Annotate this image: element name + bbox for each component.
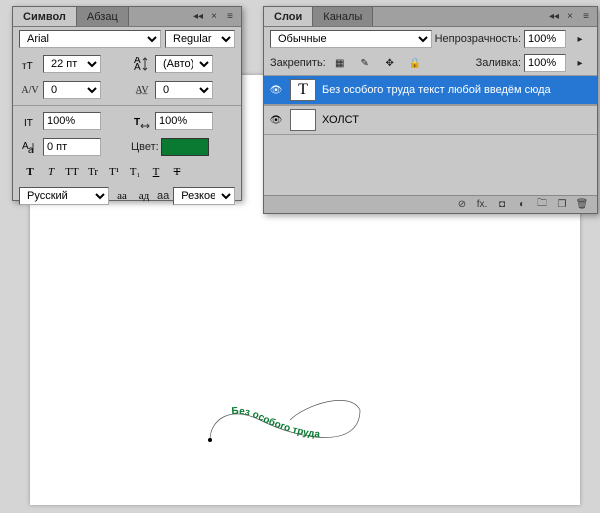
layers-panel-tabs: Слои Каналы ◂◂ × ≡ xyxy=(264,7,597,27)
svg-text:тТ: тТ xyxy=(22,61,33,71)
tracking-icon: A̲V̲ xyxy=(131,80,153,100)
baseline-shift-icon: Aa xyxy=(19,137,41,157)
layers-panel: Слои Каналы ◂◂ × ≡ Обычные Непрозрачност… xyxy=(263,6,598,214)
kerning-icon: A/V xyxy=(19,80,41,100)
layer-effects-icon[interactable]: fx. xyxy=(475,199,489,211)
lock-transparency-icon[interactable]: ▦ xyxy=(329,53,351,73)
lang-variant-2-button[interactable]: ад xyxy=(135,187,153,205)
tab-character[interactable]: Символ xyxy=(13,7,77,26)
layers-footer: ⊘ fx. ◘ ◐ 🗀 ❐ 🗑 xyxy=(264,195,597,213)
tab-paragraph[interactable]: Абзац xyxy=(77,7,129,26)
font-size-icon: тТ xyxy=(19,54,41,74)
layer-thumbnail[interactable]: T xyxy=(290,79,316,101)
subscript-button[interactable]: T₁ xyxy=(126,163,144,181)
lock-label: Закрепить: xyxy=(270,57,326,69)
fill-label: Заливка: xyxy=(476,57,521,69)
baseline-shift-field[interactable] xyxy=(43,138,101,156)
faux-bold-button[interactable]: T xyxy=(21,163,39,181)
all-caps-button[interactable]: TT xyxy=(63,163,81,181)
fill-flyout-icon[interactable]: ▸ xyxy=(569,53,591,73)
close-icon[interactable]: × xyxy=(207,11,221,23)
adjustment-layer-icon[interactable]: ◐ xyxy=(515,199,529,211)
antialias-select[interactable]: Резкое xyxy=(173,187,235,205)
language-select[interactable]: Русский xyxy=(19,187,109,205)
svg-text:A: A xyxy=(134,62,141,71)
svg-text:T: T xyxy=(134,117,140,128)
layer-name[interactable]: Без особого труда текст любой введём сюд… xyxy=(322,84,593,96)
text-on-path: Без особого труда xyxy=(205,395,370,455)
link-layers-icon[interactable]: ⊘ xyxy=(455,199,469,211)
leading-field[interactable]: (Авто) xyxy=(155,55,213,73)
font-family-select[interactable]: Arial xyxy=(19,30,161,48)
svg-text:Без особого труда: Без особого труда xyxy=(231,406,321,441)
visibility-toggle-icon[interactable]: 👁 xyxy=(268,82,284,98)
expand-icon[interactable]: ◂◂ xyxy=(191,11,205,23)
lock-pixels-icon[interactable]: ✎ xyxy=(354,53,376,73)
lang-variant-1-button[interactable]: аа xyxy=(113,187,131,205)
text-color-swatch[interactable] xyxy=(161,138,209,156)
font-style-select[interactable]: Regular xyxy=(165,30,235,48)
opacity-flyout-icon[interactable]: ▸ xyxy=(569,29,591,49)
group-layers-icon[interactable]: 🗀 xyxy=(535,199,549,211)
tab-channels[interactable]: Каналы xyxy=(313,7,373,26)
horizontal-scale-icon: T xyxy=(131,111,153,131)
layer-row[interactable]: 👁 ХОЛСТ xyxy=(264,105,597,135)
superscript-button[interactable]: T¹ xyxy=(105,163,123,181)
underline-button[interactable]: T xyxy=(147,163,165,181)
leading-icon: AA xyxy=(131,54,153,74)
visibility-toggle-icon[interactable]: 👁 xyxy=(268,112,284,128)
vertical-scale-field[interactable] xyxy=(43,112,101,130)
layer-thumbnail[interactable] xyxy=(290,109,316,131)
lock-all-icon[interactable]: 🔒 xyxy=(404,53,426,73)
panel-menu-icon[interactable]: ≡ xyxy=(579,11,593,23)
layers-list: 👁 T Без особого труда текст любой введём… xyxy=(264,75,597,135)
faux-italic-button[interactable]: T xyxy=(42,163,60,181)
fill-field[interactable] xyxy=(524,54,566,72)
blend-mode-select[interactable]: Обычные xyxy=(270,30,432,48)
tracking-field[interactable]: 0 xyxy=(155,81,213,99)
antialias-label: aa xyxy=(157,190,169,202)
layer-row[interactable]: 👁 T Без особого труда текст любой введём… xyxy=(264,75,597,105)
tab-layers[interactable]: Слои xyxy=(264,7,313,26)
svg-text:IT: IT xyxy=(24,118,33,128)
type-style-buttons: T T TT Tr T¹ T₁ T Ŧ xyxy=(13,160,241,184)
layer-name[interactable]: ХОЛСТ xyxy=(322,114,593,126)
close-icon[interactable]: × xyxy=(563,11,577,23)
strikethrough-button[interactable]: Ŧ xyxy=(168,163,186,181)
horizontal-scale-field[interactable] xyxy=(155,112,213,130)
kerning-field[interactable]: 0 xyxy=(43,81,101,99)
lock-position-icon[interactable]: ✥ xyxy=(379,53,401,73)
character-panel: Символ Абзац ◂◂ × ≡ Arial Regular тТ 22 … xyxy=(12,6,242,201)
font-size-field[interactable]: 22 пт xyxy=(43,55,101,73)
expand-icon[interactable]: ◂◂ xyxy=(547,11,561,23)
color-label: Цвет: xyxy=(131,141,159,153)
opacity-label: Непрозрачность: xyxy=(435,33,521,45)
opacity-field[interactable] xyxy=(524,30,566,48)
panel-menu-icon[interactable]: ≡ xyxy=(223,11,237,23)
delete-layer-icon[interactable]: 🗑 xyxy=(575,199,589,211)
vertical-scale-icon: IT xyxy=(19,111,41,131)
new-layer-icon[interactable]: ❐ xyxy=(555,199,569,211)
character-panel-tabs: Символ Абзац ◂◂ × ≡ xyxy=(13,7,241,27)
small-caps-button[interactable]: Tr xyxy=(84,163,102,181)
add-mask-icon[interactable]: ◘ xyxy=(495,199,509,211)
